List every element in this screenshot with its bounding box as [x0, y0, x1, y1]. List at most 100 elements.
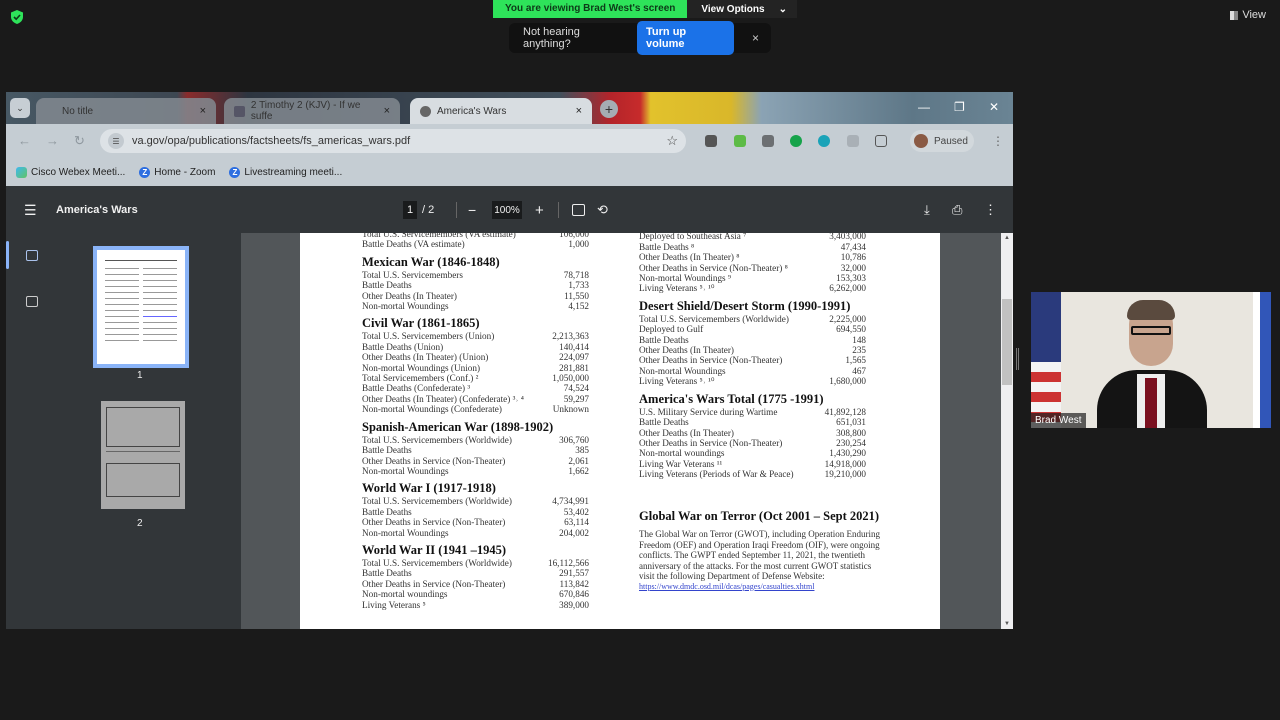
- zoom-level-input[interactable]: 100%: [492, 201, 522, 219]
- extension-cast-icon[interactable]: [847, 135, 859, 147]
- stat-label: Battle Deaths: [362, 445, 412, 456]
- restore-icon[interactable]: ❐: [954, 100, 965, 114]
- tab-no-title[interactable]: No title ×: [36, 98, 216, 124]
- participant-video[interactable]: Brad West: [1031, 292, 1271, 428]
- stat-value: 204,002: [559, 527, 589, 538]
- minimize-icon[interactable]: —: [918, 100, 930, 114]
- pdf-document-area: Total U.S. Servicemembers (VA estimate) 1…: [241, 233, 1001, 629]
- section-title: World War II (1941 –1945): [362, 542, 506, 557]
- new-tab-button[interactable]: +: [600, 100, 618, 118]
- tab-title: No title: [62, 105, 94, 117]
- stat-value: 113,842: [559, 578, 589, 589]
- bookmark-star-icon[interactable]: ☆: [666, 133, 678, 149]
- page-total: / 2: [422, 204, 435, 216]
- stat-row: Living Veterans ⁵ 389,000: [362, 600, 589, 610]
- stat-row: Other Deaths in Service (Non-Theater) 113…: [362, 579, 589, 589]
- stat-label: Other Deaths in Service (Non-Theater): [639, 437, 783, 448]
- tab-close-icon[interactable]: ×: [576, 105, 582, 117]
- stat-label: Other Deaths (In Theater): [362, 290, 457, 301]
- zoom-in-icon[interactable]: +: [535, 202, 544, 219]
- stat-label: Battle Deaths (Confederate) ³: [362, 383, 471, 394]
- gwot-paragraph: The Global War on Terror (GWOT), includi…: [639, 529, 880, 581]
- profile-button[interactable]: Paused: [910, 130, 974, 152]
- view-layout-button[interactable]: View: [1230, 9, 1266, 21]
- tab-search-button[interactable]: ⌄: [10, 98, 30, 118]
- outline-view-icon[interactable]: [26, 296, 38, 307]
- stat-value: 19,210,000: [824, 469, 866, 480]
- extension-screen-icon[interactable]: [705, 135, 717, 147]
- war-section: Desert Shield/Desert Storm (1990-1991) To…: [639, 299, 866, 387]
- stat-row: Living Veterans ⁵˒ ¹⁰ 6,262,000: [639, 283, 866, 293]
- page-thumbnail-1[interactable]: [93, 246, 189, 368]
- browser-menu-icon[interactable]: ⋮: [992, 134, 1004, 148]
- extensions-puzzle-icon[interactable]: [875, 135, 887, 147]
- extension-tool-icon[interactable]: [762, 135, 774, 147]
- bookmarks-bar: Cisco Webex Meeti... Z Home - Zoom Z Liv…: [6, 158, 1013, 186]
- bookmark-home-zoom[interactable]: Z Home - Zoom: [139, 166, 215, 178]
- site-info-icon[interactable]: ☰: [108, 133, 124, 149]
- stat-label: Battle Deaths: [362, 568, 412, 579]
- stat-value: 385: [575, 445, 589, 456]
- page-number-input[interactable]: 1: [403, 201, 417, 219]
- stat-label: Battle Deaths ⁸: [639, 241, 695, 252]
- download-icon[interactable]: ⤓: [924, 202, 930, 218]
- hamburger-menu-icon[interactable]: ☰: [24, 202, 37, 219]
- security-shield-icon[interactable]: [10, 10, 24, 24]
- turn-up-volume-button[interactable]: Turn up volume: [637, 21, 734, 55]
- war-section: Mexican War (1846-1848) Total U.S. Servic…: [362, 255, 589, 312]
- scrollbar-thumb[interactable]: [1002, 299, 1012, 385]
- chevron-down-icon: ⌄: [778, 3, 787, 15]
- url-text[interactable]: va.gov/opa/publications/factsheets/fs_am…: [132, 135, 410, 147]
- grammarly-icon[interactable]: [790, 135, 802, 147]
- stat-label: Living Veterans (Periods of War & Peace): [639, 469, 794, 480]
- stat-row: Other Deaths (In Theater) 11,550: [362, 291, 589, 301]
- close-icon[interactable]: ×: [752, 31, 759, 45]
- more-options-icon[interactable]: ⋮: [984, 202, 997, 218]
- stat-row: Total Servicemembers (Conf.) ² 1,050,000: [362, 373, 589, 383]
- extension-shield-icon[interactable]: [734, 135, 746, 147]
- view-options-button[interactable]: View Options ⌄: [687, 0, 797, 18]
- vertical-scrollbar[interactable]: ▲ ▼: [1001, 233, 1013, 629]
- stat-row: Other Deaths (In Theater) (Confederate) …: [362, 394, 589, 404]
- forward-icon[interactable]: →: [46, 133, 59, 148]
- stat-value: 6,262,000: [829, 283, 866, 294]
- tab-close-icon[interactable]: ×: [384, 105, 390, 117]
- audio-notification: Not hearing anything? Turn up volume ×: [509, 21, 771, 55]
- tab-close-icon[interactable]: ×: [200, 105, 206, 117]
- section-title: Mexican War (1846-1848): [362, 254, 500, 269]
- scroll-down-icon[interactable]: ▼: [1004, 621, 1010, 627]
- profile-avatar: [914, 134, 928, 148]
- bookmark-livestreaming[interactable]: Z Livestreaming meeti...: [229, 166, 342, 178]
- stat-row: Battle Deaths 148: [639, 335, 866, 345]
- gwot-section: Global War on Terror (Oct 2001 – Sept 20…: [639, 504, 884, 591]
- zoom-out-icon[interactable]: −: [468, 202, 476, 218]
- print-icon[interactable]: ⎙: [952, 202, 962, 218]
- stat-value: 10,786: [840, 252, 866, 263]
- war-section: World War I (1917-1918) Total U.S. Servic…: [362, 481, 589, 538]
- page-thumbnail-2[interactable]: [101, 401, 185, 509]
- back-icon[interactable]: ←: [18, 133, 31, 148]
- address-bar[interactable]: ☰ va.gov/opa/publications/factsheets/fs_…: [100, 129, 686, 153]
- thumbnails-view-icon[interactable]: [26, 250, 38, 261]
- grammarly-alt-icon[interactable]: [818, 135, 830, 147]
- stat-value: 670,846: [559, 589, 589, 600]
- bookmark-webex[interactable]: Cisco Webex Meeti...: [16, 166, 125, 178]
- scroll-up-icon[interactable]: ▲: [1004, 235, 1010, 241]
- tab-2-timothy[interactable]: 2 Timothy 2 (KJV) - If we suffe ×: [224, 98, 400, 124]
- reload-icon[interactable]: ↻: [74, 133, 85, 149]
- stat-row: Battle Deaths 651,031: [639, 417, 866, 427]
- pdf-title: America's Wars: [56, 204, 138, 216]
- thumbnail-label: 1: [137, 370, 143, 381]
- close-window-icon[interactable]: ✕: [989, 100, 999, 114]
- stat-value: 148: [852, 334, 866, 345]
- panel-resize-handle[interactable]: [1016, 348, 1019, 370]
- bible-favicon-icon: [234, 105, 245, 117]
- stat-value: 47,434: [840, 241, 866, 252]
- stat-label: Battle Deaths: [362, 506, 412, 517]
- rotate-icon[interactable]: ⟲: [597, 202, 608, 218]
- dmdc-link[interactable]: https://www.dmdc.osd.mil/dcas/pages/casu…: [639, 582, 884, 591]
- stat-value: 467: [852, 365, 866, 376]
- tab-americas-wars[interactable]: America's Wars ×: [410, 98, 592, 124]
- stat-row: Non-mortal woundings 670,846: [362, 589, 589, 599]
- fit-to-page-icon[interactable]: [572, 204, 585, 216]
